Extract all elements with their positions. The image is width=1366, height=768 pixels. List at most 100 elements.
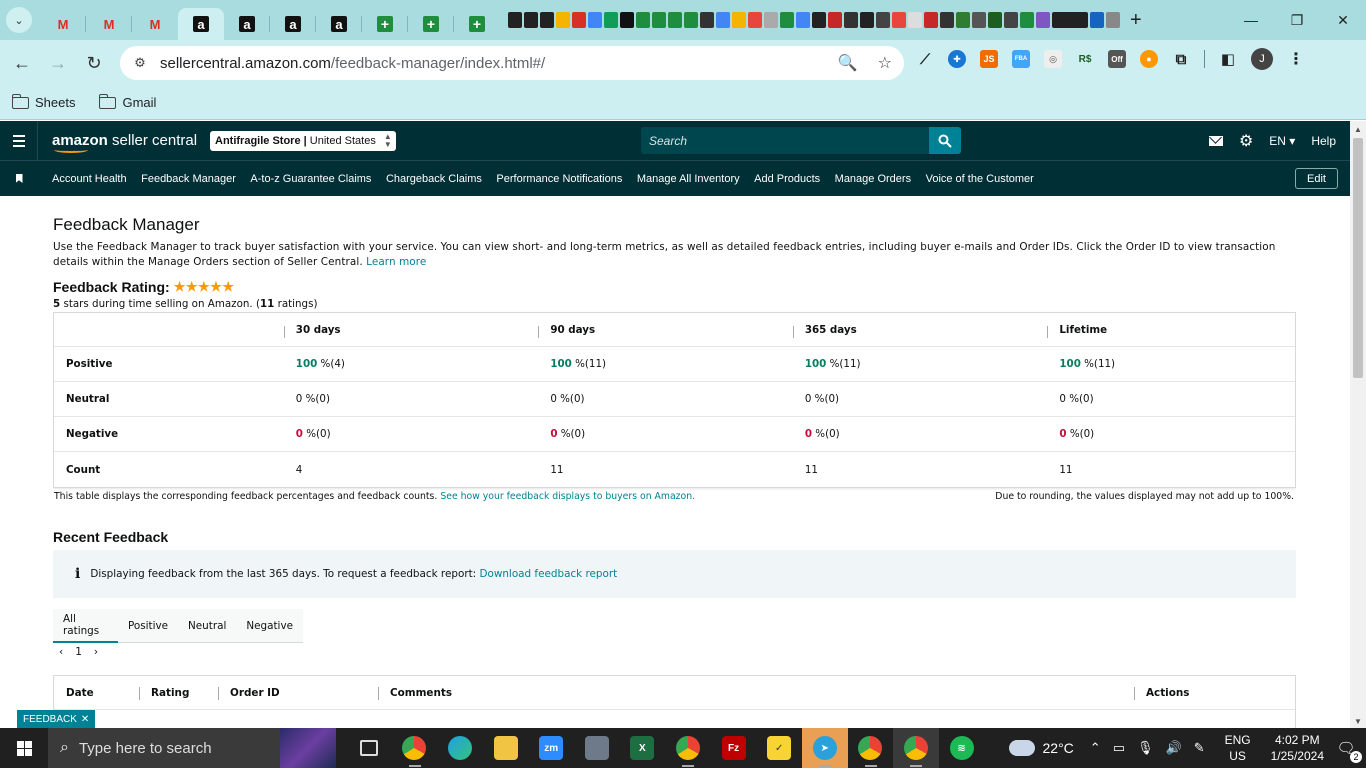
prev-page-icon[interactable]: ‹ [59, 646, 63, 658]
column-header[interactable]: Comments [378, 686, 1134, 700]
file-explorer-icon[interactable] [483, 728, 529, 768]
close-icon[interactable]: ✕ [1320, 0, 1366, 40]
tab-all-ratings[interactable]: All ratings [53, 609, 118, 643]
search-button[interactable] [929, 127, 961, 154]
tab-negative[interactable]: Negative [236, 609, 303, 643]
profile-avatar[interactable]: J [1251, 48, 1273, 70]
tab-favicon-icon[interactable] [876, 12, 890, 28]
windows-start-icon[interactable] [0, 728, 48, 768]
tab-favicon-icon[interactable] [828, 12, 842, 28]
tab-positive[interactable]: Positive [118, 609, 178, 643]
clock[interactable]: 4:02 PM 1/25/2024 [1271, 732, 1324, 764]
new-tab-icon[interactable]: + [1130, 9, 1142, 32]
pen-icon[interactable]: ✎ [1194, 740, 1205, 756]
chrome-icon[interactable] [665, 728, 711, 768]
nav-manage-inventory[interactable]: Manage All Inventory [637, 173, 740, 185]
tab-green[interactable]: + [454, 8, 500, 40]
notifications-icon[interactable]: 🗨 2 [1334, 739, 1362, 763]
reload-icon[interactable]: ↻ [76, 45, 112, 81]
tab-favicon-icon[interactable] [588, 12, 602, 28]
extension-rs-icon[interactable]: R$ [1076, 50, 1094, 68]
extension-js-icon[interactable]: JS [980, 50, 998, 68]
help-link[interactable]: Help [1311, 134, 1336, 148]
extensions-puzzle-icon[interactable]: ⧉ [1172, 50, 1190, 68]
seller-central-logo[interactable]: amazon seller central [52, 132, 197, 153]
tab-favicon-icon[interactable] [796, 12, 810, 28]
chrome-icon[interactable] [893, 728, 939, 768]
tab-gmail[interactable]: M [40, 8, 86, 40]
page-scrollbar[interactable]: ▲ ▼ [1350, 121, 1366, 728]
chrome-icon[interactable] [392, 728, 438, 768]
tab-favicon-icon[interactable] [924, 12, 938, 28]
scrollbar-thumb[interactable] [1353, 138, 1363, 378]
tab-amazon[interactable]: a [316, 8, 362, 40]
bookmark-sheets[interactable]: Sheets [11, 93, 75, 110]
telegram-icon[interactable]: ➤ [801, 728, 848, 768]
download-report-link[interactable]: Download feedback report [479, 568, 617, 580]
tab-favicon-icon[interactable] [940, 12, 954, 28]
tab-favicon-icon[interactable] [684, 12, 698, 28]
bookmark-icon[interactable] [0, 174, 38, 183]
tab-favicon-icon[interactable] [604, 12, 618, 28]
nav-a-to-z-claims[interactable]: A-to-z Guarantee Claims [250, 173, 371, 185]
scroll-down-icon[interactable]: ▼ [1354, 717, 1362, 726]
tab-favicon-icon[interactable] [764, 12, 778, 28]
nav-account-health[interactable]: Account Health [52, 173, 127, 185]
tab-favicon-icon[interactable] [540, 12, 554, 28]
taskbar-search[interactable]: ⌕ Type here to search [48, 728, 336, 768]
tab-favicon-icon[interactable] [892, 12, 906, 28]
tab-favicon-icon[interactable] [732, 12, 746, 28]
microphone-icon[interactable]: 🎙 [1137, 740, 1154, 756]
column-header[interactable]: Rating [139, 686, 218, 700]
weather-widget[interactable]: 22°C [1004, 735, 1074, 756]
tab-amazon[interactable]: a [270, 8, 316, 40]
battery-icon[interactable]: ▭ [1113, 740, 1125, 756]
feedback-display-link[interactable]: See how your feedback displays to buyers… [440, 491, 695, 502]
mail-icon[interactable] [1208, 135, 1223, 146]
tab-favicon-icon[interactable] [1004, 12, 1018, 28]
menu-kebab-icon[interactable]: ⋮ [1287, 50, 1305, 68]
hamburger-menu-icon[interactable] [0, 121, 38, 160]
tab-favicon-icon[interactable] [988, 12, 1002, 28]
zoom-icon[interactable]: zm [528, 728, 574, 768]
tab-favicon-icon[interactable] [652, 12, 666, 28]
tab-favicon-icon[interactable] [556, 12, 570, 28]
tab-favicon-icon[interactable] [908, 12, 922, 28]
tab-favicon-icon[interactable] [956, 12, 970, 28]
extension-fba-icon[interactable]: FBA [1012, 50, 1030, 68]
filezilla-icon[interactable]: Fz [711, 728, 757, 768]
nav-add-products[interactable]: Add Products [754, 173, 820, 185]
current-page[interactable]: 1 [75, 646, 82, 658]
zoom-icon[interactable]: 🔍 [838, 53, 858, 73]
tab-favicon-icon[interactable] [636, 12, 650, 28]
close-icon[interactable]: ✕ [81, 714, 89, 725]
forward-icon[interactable]: → [40, 45, 76, 81]
extension-icon[interactable]: ⟋ [916, 50, 934, 68]
site-info-icon[interactable]: ⚙ [124, 55, 156, 71]
tab-favicon-icon[interactable] [716, 12, 730, 28]
side-panel-icon[interactable]: ◧ [1219, 50, 1237, 68]
nav-manage-orders[interactable]: Manage Orders [835, 173, 911, 185]
feedback-widget-tab[interactable]: FEEDBACK ✕ [17, 710, 96, 728]
column-header[interactable]: Date [54, 687, 139, 699]
tab-gmail[interactable]: M [132, 8, 178, 40]
tab-favicon-icon[interactable] [1106, 12, 1120, 28]
tab-green[interactable]: + [362, 8, 408, 40]
address-bar[interactable]: ⚙ sellercentral.amazon.com/feedback-mana… [120, 46, 904, 80]
tab-favicon-icon[interactable] [972, 12, 986, 28]
language-indicator[interactable]: ENG US [1225, 732, 1251, 764]
extension-icon[interactable]: ● [1140, 50, 1158, 68]
tab-favicon-icon[interactable] [1020, 12, 1034, 28]
tab-favicon-icon[interactable] [844, 12, 858, 28]
tab-favicon-icon[interactable] [780, 12, 794, 28]
volume-icon[interactable]: 🔊 [1166, 740, 1182, 756]
language-selector[interactable]: EN ▾ [1269, 134, 1295, 148]
settings-gear-icon[interactable]: ⚙ [1239, 131, 1253, 151]
extension-icon[interactable]: ✚ [948, 50, 966, 68]
tab-favicon-icon[interactable] [1090, 12, 1104, 28]
tab-neutral[interactable]: Neutral [178, 609, 236, 643]
tab-favicon-icon[interactable] [748, 12, 762, 28]
tab-amazon-active[interactable]: a [178, 8, 224, 40]
store-selector[interactable]: Antifragile Store | United States ▲ ▼ [210, 131, 396, 151]
column-header[interactable]: Order ID [218, 686, 378, 700]
